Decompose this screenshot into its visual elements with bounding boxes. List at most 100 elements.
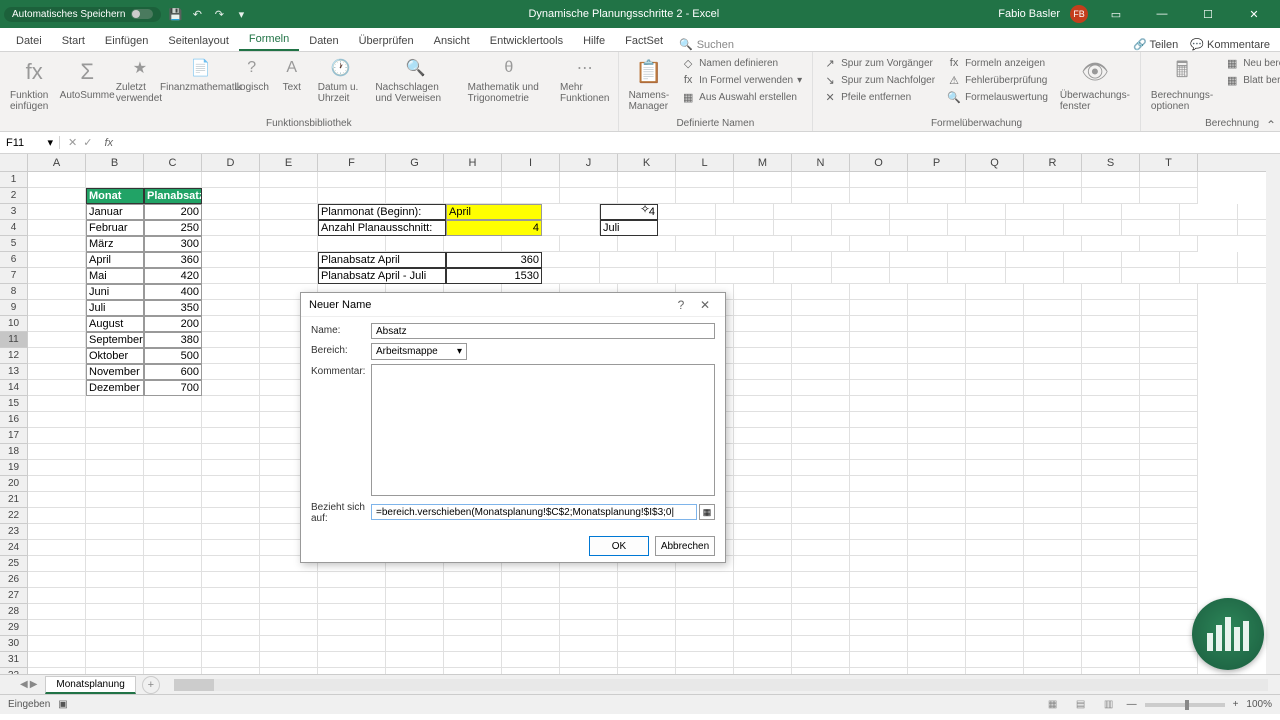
- cell[interactable]: [1082, 652, 1140, 668]
- cell[interactable]: [850, 572, 908, 588]
- col-header-B[interactable]: B: [86, 154, 144, 171]
- cell[interactable]: [734, 572, 792, 588]
- cell[interactable]: [966, 396, 1024, 412]
- cell[interactable]: [28, 396, 86, 412]
- tab-ueberpruefen[interactable]: Überprüfen: [349, 31, 424, 51]
- cell[interactable]: [1024, 412, 1082, 428]
- cell[interactable]: [502, 236, 560, 252]
- cell[interactable]: [502, 620, 560, 636]
- cell[interactable]: [908, 236, 966, 252]
- cell[interactable]: [948, 204, 1006, 220]
- ribbon-options-icon[interactable]: ▭: [1098, 0, 1134, 28]
- cell[interactable]: [850, 652, 908, 668]
- cell[interactable]: [908, 364, 966, 380]
- cell[interactable]: [560, 668, 618, 674]
- tab-entwicklertools[interactable]: Entwicklertools: [480, 31, 573, 51]
- row-header[interactable]: 32: [0, 668, 28, 674]
- col-header-O[interactable]: O: [850, 154, 908, 171]
- cell[interactable]: [86, 652, 144, 668]
- cell[interactable]: [966, 284, 1024, 300]
- cell[interactable]: [28, 252, 86, 268]
- cell[interactable]: [658, 204, 716, 220]
- cell[interactable]: [28, 188, 86, 204]
- berechnungsoptionen-button[interactable]: 🖩Berechnungs-optionen: [1145, 54, 1219, 114]
- cell[interactable]: [966, 588, 1024, 604]
- tab-start[interactable]: Start: [52, 31, 95, 51]
- cell[interactable]: Planabsatz: [144, 188, 202, 204]
- help-icon[interactable]: ?: [669, 298, 693, 312]
- cell[interactable]: [318, 588, 386, 604]
- cell[interactable]: [716, 268, 774, 284]
- cell[interactable]: 360: [144, 252, 202, 268]
- cell[interactable]: [792, 604, 850, 620]
- cell[interactable]: [1140, 332, 1198, 348]
- cell[interactable]: [1024, 284, 1082, 300]
- cell[interactable]: [948, 252, 1006, 268]
- cell[interactable]: [734, 668, 792, 674]
- cell[interactable]: [792, 556, 850, 572]
- cell[interactable]: [86, 492, 144, 508]
- col-header-E[interactable]: E: [260, 154, 318, 171]
- col-header-T[interactable]: T: [1140, 154, 1198, 171]
- aus-auswahl-erstellen-button[interactable]: ▦Aus Auswahl erstellen: [681, 90, 802, 104]
- cell[interactable]: [1024, 556, 1082, 572]
- cell[interactable]: [890, 204, 948, 220]
- collapse-ribbon-icon[interactable]: ⌃: [1266, 118, 1276, 132]
- cell[interactable]: [444, 668, 502, 674]
- range-picker-icon[interactable]: ▦: [699, 504, 715, 520]
- cell[interactable]: [1180, 252, 1238, 268]
- cell[interactable]: 300: [144, 236, 202, 252]
- cell[interactable]: [318, 572, 386, 588]
- cell[interactable]: [386, 604, 444, 620]
- cell[interactable]: [144, 492, 202, 508]
- cell[interactable]: [28, 332, 86, 348]
- cell[interactable]: [908, 300, 966, 316]
- cell[interactable]: Planmonat (Beginn):: [318, 204, 446, 220]
- name-box[interactable]: F11▾: [0, 136, 60, 149]
- cell[interactable]: [144, 444, 202, 460]
- maximize-icon[interactable]: ☐: [1190, 0, 1226, 28]
- cell[interactable]: [86, 524, 144, 540]
- cell[interactable]: [676, 236, 734, 252]
- cell[interactable]: [966, 492, 1024, 508]
- cell[interactable]: [1006, 204, 1064, 220]
- cell[interactable]: [908, 332, 966, 348]
- cell[interactable]: [444, 652, 502, 668]
- row-header[interactable]: 28: [0, 604, 28, 620]
- cell[interactable]: Juni: [86, 284, 144, 300]
- cell[interactable]: [560, 172, 618, 188]
- cell[interactable]: [318, 188, 386, 204]
- cell[interactable]: [734, 444, 792, 460]
- cell[interactable]: [618, 172, 676, 188]
- cell[interactable]: [1122, 220, 1180, 236]
- cell[interactable]: [1082, 636, 1140, 652]
- col-header-R[interactable]: R: [1024, 154, 1082, 171]
- cell[interactable]: [502, 668, 560, 674]
- tab-ansicht[interactable]: Ansicht: [424, 31, 480, 51]
- neu-berechnen-button[interactable]: ▦Neu berechnen: [1225, 56, 1280, 70]
- cell[interactable]: [832, 204, 890, 220]
- cell[interactable]: [676, 620, 734, 636]
- cell[interactable]: [792, 380, 850, 396]
- cell[interactable]: [792, 300, 850, 316]
- save-icon[interactable]: 💾: [167, 6, 183, 22]
- cell[interactable]: [386, 172, 444, 188]
- logisch-button[interactable]: ?Logisch: [232, 54, 272, 95]
- cell[interactable]: [676, 668, 734, 674]
- cell[interactable]: [792, 332, 850, 348]
- cell[interactable]: [948, 268, 1006, 284]
- col-header-D[interactable]: D: [202, 154, 260, 171]
- cell[interactable]: April: [86, 252, 144, 268]
- row-header[interactable]: 10: [0, 316, 28, 332]
- cell[interactable]: [676, 188, 734, 204]
- cell[interactable]: [792, 236, 850, 252]
- cell[interactable]: [1024, 188, 1082, 204]
- cell[interactable]: [86, 588, 144, 604]
- cell[interactable]: [1082, 236, 1140, 252]
- close-dialog-icon[interactable]: ✕: [693, 298, 717, 312]
- cell[interactable]: 360: [446, 252, 542, 268]
- cell[interactable]: [908, 540, 966, 556]
- cell[interactable]: [966, 524, 1024, 540]
- mehr-funktionen-button[interactable]: ⋯Mehr Funktionen: [556, 54, 614, 106]
- cell[interactable]: [260, 652, 318, 668]
